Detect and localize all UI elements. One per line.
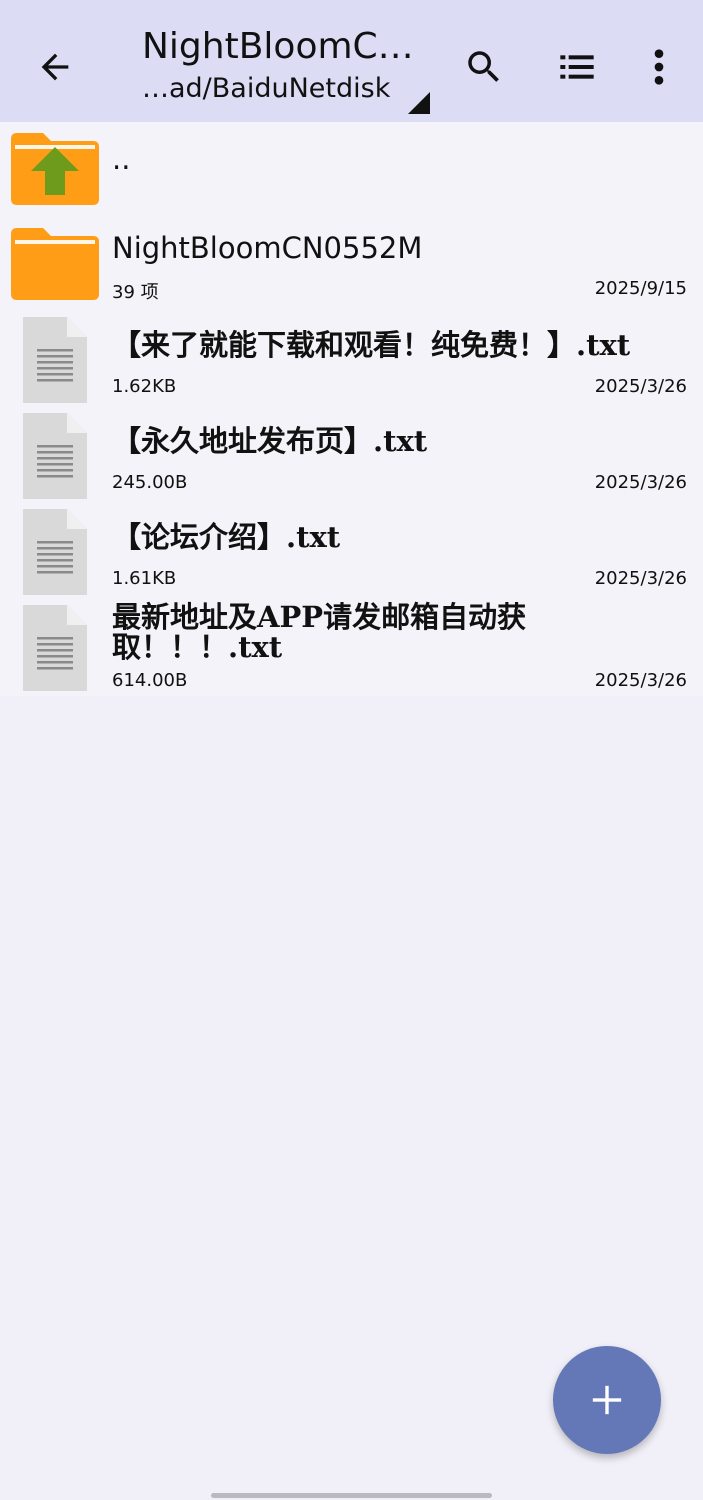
file-size: 245.00B [112, 472, 188, 493]
file-size: 1.61KB [112, 568, 177, 589]
file-date: 2025/3/26 [594, 670, 687, 691]
file-size: 614.00B [112, 670, 188, 691]
list-item-file[interactable]: 【永久地址发布页】.txt 245.00B 2025/3/26 [0, 408, 703, 504]
view-mode-button[interactable] [548, 38, 606, 96]
folder-up-icon [11, 133, 99, 205]
file-date: 2025/3/26 [594, 568, 687, 589]
file-date: 2025/3/26 [594, 472, 687, 493]
path-title-block[interactable]: NightBloomC… …ad/BaiduNetdisk [142, 24, 442, 106]
list-item-file[interactable]: 【论坛介绍】.txt 1.61KB 2025/3/26 [0, 504, 703, 600]
file-name: 【论坛介绍】.txt [112, 520, 341, 554]
top-app-bar: NightBloomC… …ad/BaiduNetdisk [0, 0, 703, 122]
list-item-file[interactable]: 最新地址及APP请发邮箱自动获取！！！.txt 614.00B 2025/3/2… [0, 600, 703, 696]
list-view-icon [560, 55, 594, 79]
folder-item-count: 39 项 [112, 282, 159, 303]
arrow-left-icon [41, 53, 69, 81]
file-size: 1.62KB [112, 376, 177, 397]
plus-icon [592, 1385, 622, 1415]
folder-name: NightBloomCN0552M [112, 231, 423, 265]
folder-icon [11, 228, 99, 300]
add-button[interactable] [553, 1346, 661, 1454]
folder-date: 2025/9/15 [594, 278, 687, 299]
list-item-file[interactable]: 【来了就能下载和观看！纯免费！】.txt 1.62KB 2025/3/26 [0, 312, 703, 408]
more-vert-icon [654, 49, 664, 85]
file-name: 【来了就能下载和观看！纯免费！】.txt [112, 328, 631, 362]
text-file-icon [23, 317, 87, 403]
text-file-icon [23, 413, 87, 499]
parent-dir-label: .. [112, 142, 131, 176]
file-name: 【永久地址发布页】.txt [112, 424, 428, 458]
folder-path: …ad/BaiduNetdisk [142, 73, 391, 104]
file-name: 最新地址及APP请发邮箱自动获取！！！.txt [112, 600, 527, 664]
back-button[interactable] [26, 38, 84, 96]
text-file-icon [23, 509, 87, 595]
list-item-parent-dir[interactable]: .. [0, 122, 703, 216]
gesture-nav-handle[interactable] [211, 1493, 492, 1498]
text-file-icon [23, 605, 87, 691]
folder-title: NightBloomC… [142, 26, 414, 67]
dropdown-triangle-icon[interactable] [408, 92, 430, 114]
more-options-button[interactable] [630, 38, 688, 96]
list-item-folder[interactable]: NightBloomCN0552M 39 项 2025/9/15 [0, 216, 703, 312]
search-icon [468, 51, 499, 82]
file-date: 2025/3/26 [594, 376, 687, 397]
search-button[interactable] [455, 38, 513, 96]
